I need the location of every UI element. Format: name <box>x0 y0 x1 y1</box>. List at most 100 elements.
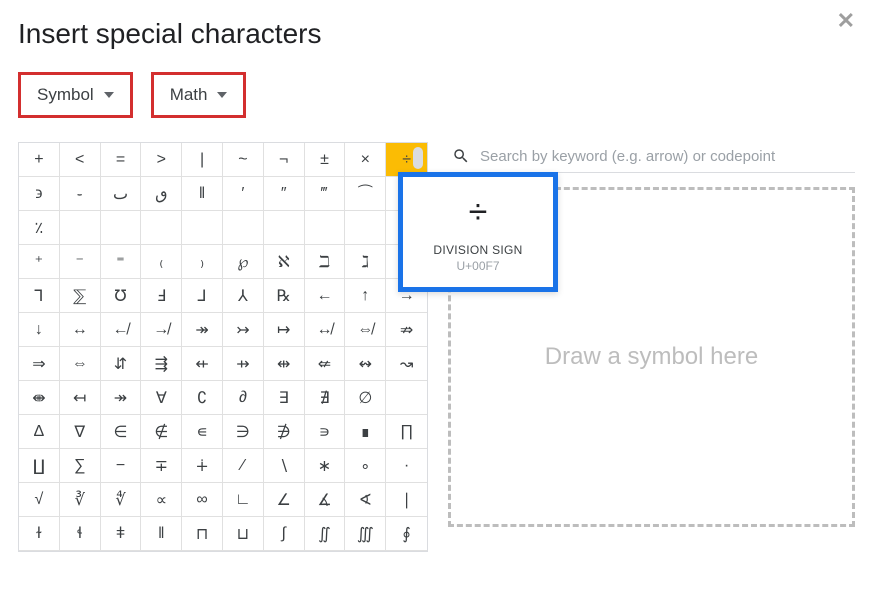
character-cell[interactable]: ∕ <box>223 449 264 483</box>
character-cell[interactable]: ↔ <box>60 313 101 347</box>
character-cell[interactable]: ∡ <box>305 483 346 517</box>
character-cell[interactable]: ∔ <box>182 449 223 483</box>
character-cell[interactable]: ∂ <box>223 381 264 415</box>
close-icon[interactable]: ✕ <box>837 10 855 32</box>
character-cell[interactable]: ∙ <box>386 449 427 483</box>
character-cell[interactable]: ℵ <box>264 245 305 279</box>
character-cell[interactable]: ⁻ <box>60 245 101 279</box>
character-cell[interactable]: ↦ <box>264 313 305 347</box>
character-cell[interactable]: ∗ <box>305 449 346 483</box>
character-cell[interactable]: ∄ <box>305 381 346 415</box>
character-cell[interactable]: ∣ <box>386 483 427 517</box>
character-cell[interactable]: ¬ <box>264 143 305 177</box>
character-cell[interactable]: ⇎ <box>345 313 386 347</box>
character-cell[interactable]: ∭ <box>345 517 386 551</box>
character-cell[interactable]: ⊔ <box>223 517 264 551</box>
character-cell[interactable]: ↠ <box>182 313 223 347</box>
character-cell[interactable]: ↤ <box>60 381 101 415</box>
character-cell[interactable]: ↑ <box>345 279 386 313</box>
character-cell[interactable]: ↓ <box>19 313 60 347</box>
character-cell[interactable]: ℘ <box>223 245 264 279</box>
character-cell[interactable]: ‖ <box>182 177 223 211</box>
character-cell[interactable]: ⇍ <box>305 347 346 381</box>
character-cell[interactable]: ~ <box>223 143 264 177</box>
character-cell[interactable]: < <box>60 143 101 177</box>
character-cell[interactable]: ֊ <box>60 177 101 211</box>
character-cell[interactable]: ϶ <box>19 177 60 211</box>
character-cell[interactable]: ∟ <box>223 483 264 517</box>
character-cell[interactable]: ∇ <box>60 415 101 449</box>
character-cell[interactable]: ∛ <box>60 483 101 517</box>
character-cell[interactable]: ∎ <box>345 415 386 449</box>
character-cell[interactable]: ⅂ <box>19 279 60 313</box>
character-cell[interactable]: ∢ <box>345 483 386 517</box>
character-cell[interactable]: ⁼ <box>101 245 142 279</box>
character-cell[interactable]: ⁺ <box>19 245 60 279</box>
character-cell[interactable]: ⇏ <box>386 313 427 347</box>
character-cell[interactable]: ∖ <box>264 449 305 483</box>
character-cell[interactable]: √ <box>19 483 60 517</box>
character-cell[interactable]: ∃ <box>264 381 305 415</box>
character-cell[interactable]: ∐ <box>19 449 60 483</box>
search-input[interactable] <box>480 148 851 165</box>
character-cell[interactable]: ₍ <box>141 245 182 279</box>
character-cell[interactable]: ∁ <box>182 381 223 415</box>
character-cell[interactable]: ǂ <box>101 517 142 551</box>
character-cell[interactable]: ∓ <box>141 449 182 483</box>
character-cell[interactable]: ⇸ <box>223 347 264 381</box>
character-cell[interactable]: ∉ <box>141 415 182 449</box>
character-cell[interactable]: ↚ <box>101 313 142 347</box>
character-cell[interactable]: | <box>182 143 223 177</box>
category-dropdown[interactable]: Symbol <box>18 72 133 118</box>
character-cell[interactable]: ℧ <box>101 279 142 313</box>
character-cell[interactable]: ∑ <box>60 449 101 483</box>
character-cell[interactable]: ‴ <box>305 177 346 211</box>
character-cell[interactable]: ⊓ <box>182 517 223 551</box>
character-cell[interactable]: ⁀ <box>345 177 386 211</box>
character-cell[interactable]: ∀ <box>141 381 182 415</box>
character-cell[interactable]: ↭ <box>345 347 386 381</box>
character-cell[interactable]: ٪ <box>19 211 60 245</box>
character-cell[interactable]: ⅄ <box>223 279 264 313</box>
character-cell[interactable]: ℶ <box>305 245 346 279</box>
character-cell[interactable]: ∜ <box>101 483 142 517</box>
character-cell[interactable]: ٯ <box>141 177 182 211</box>
character-cell[interactable]: ∆ <box>19 415 60 449</box>
character-cell[interactable]: ∊ <box>182 415 223 449</box>
character-cell[interactable]: ′ <box>223 177 264 211</box>
character-cell[interactable]: ↝ <box>386 347 427 381</box>
character-cell[interactable]: ⅀ <box>60 279 101 313</box>
character-cell[interactable]: ″ <box>264 177 305 211</box>
character-cell[interactable]: ∍ <box>305 415 346 449</box>
character-cell[interactable]: ∮ <box>386 517 427 551</box>
character-cell[interactable]: ∠ <box>264 483 305 517</box>
subcategory-dropdown[interactable]: Math <box>151 72 247 118</box>
character-cell[interactable]: ↣ <box>223 313 264 347</box>
character-cell[interactable]: ∫ <box>264 517 305 551</box>
character-cell[interactable]: ⅃ <box>182 279 223 313</box>
character-cell[interactable]: ← <box>305 279 346 313</box>
character-cell[interactable]: Ⅎ <box>141 279 182 313</box>
character-cell[interactable]: ∏ <box>386 415 427 449</box>
character-cell[interactable]: ℷ <box>345 245 386 279</box>
character-cell[interactable]: ⇹ <box>264 347 305 381</box>
character-cell[interactable]: = <box>101 143 142 177</box>
character-cell[interactable]: ↮ <box>305 313 346 347</box>
character-cell[interactable]: − <box>101 449 142 483</box>
character-cell[interactable]: ∝ <box>141 483 182 517</box>
character-cell[interactable]: ↛ <box>141 313 182 347</box>
character-cell[interactable]: ∌ <box>264 415 305 449</box>
character-cell[interactable]: > <box>141 143 182 177</box>
character-cell[interactable]: ₎ <box>182 245 223 279</box>
character-cell[interactable]: ℞ <box>264 279 305 313</box>
character-cell[interactable]: ∞ <box>182 483 223 517</box>
character-cell[interactable]: ∘ <box>345 449 386 483</box>
character-cell[interactable]: ↠ <box>101 381 142 415</box>
character-cell[interactable]: ⇵ <box>101 347 142 381</box>
character-cell[interactable]: ⇒ <box>19 347 60 381</box>
character-cell[interactable]: ⇶ <box>141 347 182 381</box>
character-cell[interactable]: ⇷ <box>182 347 223 381</box>
character-cell[interactable]: ∅ <box>345 381 386 415</box>
character-cell[interactable]: ∬ <box>305 517 346 551</box>
character-cell[interactable]: ⇔ <box>60 347 101 381</box>
